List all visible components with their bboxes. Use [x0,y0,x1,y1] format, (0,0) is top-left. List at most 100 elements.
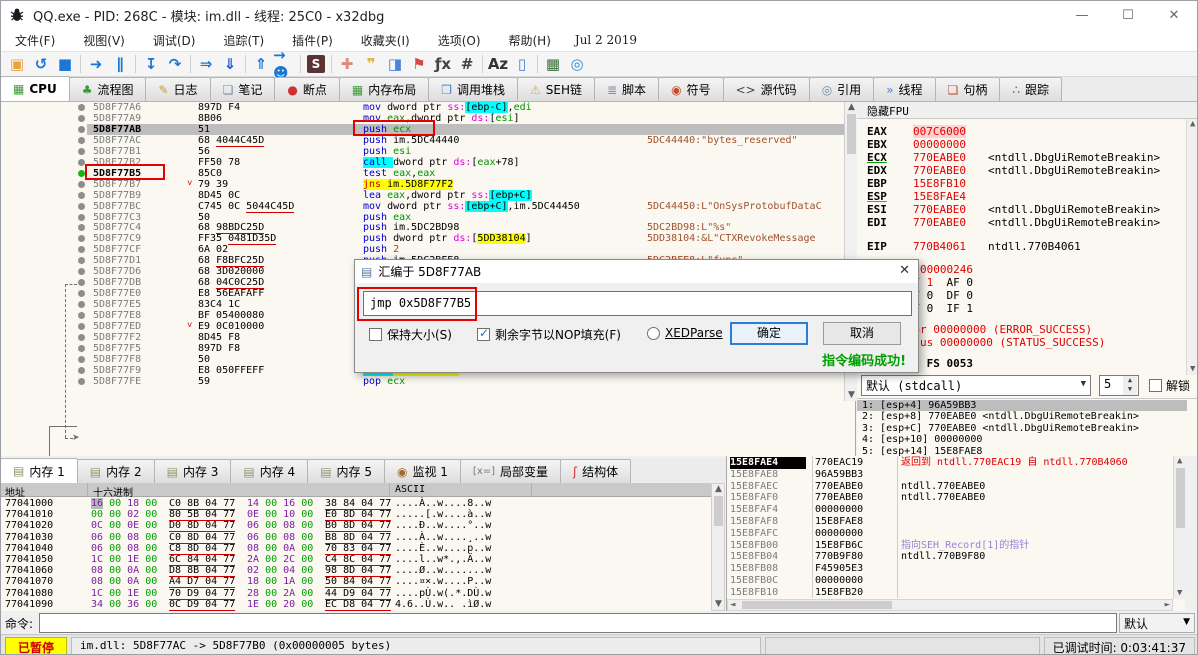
register-row[interactable]: ESP 15E8FAE4 [867,190,966,203]
cancel-button[interactable]: 取消 [823,322,901,345]
register-row[interactable]: ESI 770EABE0 <ntdll.DbgUiRemoteBreakin> [867,203,1160,216]
tab-局部变量[interactable]: [x=] 局部变量 [459,459,562,483]
argument-row[interactable]: 2: [esp+8] 770EABE0 <ntdll.DbgUiRemoteBr… [857,411,1187,422]
stack-row[interactable]: 15E8FAF0 770EABE0 ntdll.770EABE0 [727,492,1186,504]
tab-源代码[interactable]: <> 源代码 [722,77,810,101]
stack-row[interactable]: 15E8FAE8 96A59BB3 [727,469,1186,481]
tab-流程图[interactable]: ♣ 流程图 [68,77,147,101]
command-mode-select[interactable]: 默认 ▼ [1119,613,1195,633]
stack-row[interactable]: 15E8FB10 15E8FB20 [727,587,1186,599]
row-dot[interactable] [78,191,85,199]
dump-row[interactable]: 77041040 06 00 08 00 C8 8D 04 77 08 00 0A 0… [1,542,711,555]
row-dot[interactable] [78,257,85,265]
tab-内存 1[interactable]: ▤ 内存 1 [1,458,78,483]
tab-SEH链[interactable]: ⚠ SEH链 [516,77,595,101]
step-over-icon[interactable]: ↷ [163,53,187,75]
dump-column-headers[interactable]: 地址 十六进制 ASCII [1,483,711,499]
disasm-row[interactable]: 5D8F77AC 68 4044C45D push im.5DC44440 5DC44… [1,134,844,147]
step-into-icon[interactable]: ↧ [139,53,163,75]
notifications-icon[interactable]: ▯ [510,53,534,75]
tab-内存 2[interactable]: ▤ 内存 2 [76,459,155,483]
tab-CPU[interactable]: ▦ CPU [1,76,70,101]
patches-icon[interactable]: ✚ [335,53,359,75]
dump-row[interactable]: 77041050 1C 00 1E 00 6C 84 04 77 2A 00 2C 0… [1,554,711,566]
menu-item[interactable]: 视图(V) [69,30,139,51]
world-icon[interactable]: ◎ [565,53,589,75]
register-row[interactable]: EAX 007C6000 [867,125,966,138]
disasm-row[interactable]: 5D8F77BC C745 0C 5044C45D mov dword ptr ss… [1,200,844,213]
tab-笔记[interactable]: ❏ 笔记 [209,77,276,101]
row-dot[interactable] [78,344,85,352]
tab-句柄[interactable]: ❏ 句柄 [934,77,1001,101]
breakpoint-dot[interactable] [78,169,85,177]
tab-引用[interactable]: ◎ 引用 [808,77,875,101]
dump-row[interactable]: 77041080 1C 00 1E 00 70 D9 04 77 28 00 2A 0… [1,587,711,600]
argument-row[interactable]: 4: [esp+10] 00000000 [857,434,1187,445]
tab-日志[interactable]: ✎ 日志 [145,77,211,101]
menu-item[interactable]: 追踪(T) [209,30,278,51]
tab-内存 5[interactable]: ▤ 内存 5 [307,459,385,483]
row-dot[interactable] [78,377,85,385]
labels-icon[interactable]: ◨ [383,53,407,75]
disasm-row[interactable]: 5D8F77C3 50 push eax [1,212,844,223]
stack-vertical-scrollbar[interactable]: ▲ ▼ [1173,456,1186,599]
tab-跟踪[interactable]: ∴ 跟踪 [999,77,1062,101]
menu-item[interactable]: 文件(F) [1,30,69,51]
disasm-row[interactable]: 5D8F77A9 8B06 mov eax,dword ptr ds:[esi] [1,113,844,124]
run-icon[interactable]: ➜ [84,53,108,75]
stack-row[interactable]: 15E8FB04 770B9F80 ntdll.770B9F80 [727,551,1186,563]
stack-horizontal-scrollbar[interactable]: ◄ ► [727,599,1173,611]
register-row[interactable]: EBX 00000000 [867,138,966,151]
row-dot[interactable] [78,104,85,111]
minimize-button[interactable]: — [1059,1,1105,29]
dump-vertical-scrollbar[interactable]: ▲ ▼ [711,483,725,611]
disasm-row[interactable]: 5D8F77B5 85C0 test eax,eax [1,168,844,179]
disasm-row[interactable]: 5D8F77AB 51 push ecx [1,123,844,135]
execute-till-return-icon[interactable]: ⇓ [218,53,242,75]
maximize-button[interactable]: ☐ [1105,1,1151,29]
row-dot[interactable] [78,246,85,254]
dump-row[interactable]: 77041020 0C 00 0E 00 D0 8D 04 77 06 00 08 0… [1,520,711,533]
nop-fill-checkbox[interactable]: 剩余字节以NOP填充(F) [477,326,621,343]
command-input[interactable] [39,613,1117,633]
tab-内存布局[interactable]: ▦ 内存布局 [338,77,430,101]
menu-item[interactable]: 选项(O) [424,30,495,51]
dialog-title-bar[interactable]: ▤ 汇编于 5D8F77AB ✕ [355,260,918,283]
dump-row[interactable]: 77041010 00 00 02 00 80 5B 04 77 0E 00 10 0… [1,509,711,522]
registers-scrollbar[interactable]: ▲ ▼ [1186,119,1197,375]
checkbox-icon[interactable] [369,328,382,341]
unlock-checkbox[interactable]: 解锁 [1149,377,1190,394]
stop-icon[interactable]: ■ [53,53,77,75]
spinner-arrows[interactable]: ▲ ▼ [1123,376,1137,395]
hide-fpu-button[interactable]: 隐藏FPU [857,102,1197,119]
disasm-row[interactable]: 5D8F77B1 56 push esi [1,146,844,157]
row-dot[interactable] [78,312,85,320]
row-dot[interactable] [78,279,85,287]
row-dot[interactable] [78,268,85,276]
appearance-icon[interactable]: Az [486,53,510,75]
row-dot[interactable] [78,301,85,309]
disasm-row[interactable]: 5D8F77CF 6A 02 push 2 [1,244,844,255]
dump-row[interactable]: 77041090 34 00 36 00 0C D9 04 77 1E 00 20 0… [1,598,711,611]
hash-icon[interactable]: # [455,53,479,75]
spx-button[interactable]: S [304,53,328,75]
argument-row[interactable]: 1: [esp+4] 96A59BB3 [857,400,1187,412]
stack-row[interactable]: 15E8FAFC 00000000 [727,528,1186,540]
argument-row[interactable]: 3: [esp+C] 770EABE0 <ntdll.DbgUiRemoteBr… [857,423,1187,434]
stack-row[interactable]: 15E8FAF4 00000000 [727,504,1186,516]
stack-row[interactable]: 15E8FB0C 00000000 [727,575,1186,587]
assembly-input[interactable]: jmp 0x5D8F77B5 [363,291,912,316]
radio-icon[interactable] [647,326,660,340]
stack-row[interactable]: 15E8FB08 F45905E3 [727,563,1186,575]
row-dot[interactable] [78,180,85,188]
tab-线程[interactable]: » 线程 [873,77,936,101]
calculator-icon[interactable]: ▦ [541,53,565,75]
run-to-cursor-icon[interactable]: ⇒ [194,53,218,75]
tab-结构体[interactable]: ʃ 结构体 [560,459,632,483]
ok-button[interactable]: 确定 [730,322,808,345]
row-dot[interactable] [78,202,85,210]
tab-监视 1[interactable]: ◉ 监视 1 [383,459,461,483]
restart-icon[interactable]: ↺ [29,53,53,75]
keep-size-checkbox[interactable]: 保持大小(S) [369,326,452,343]
close-button[interactable]: ✕ [1151,1,1197,29]
